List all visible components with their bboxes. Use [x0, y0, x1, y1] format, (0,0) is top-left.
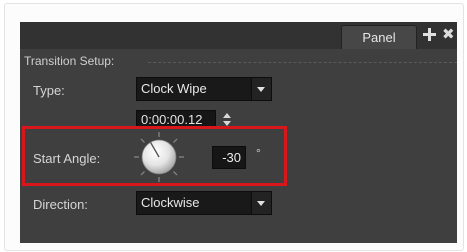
transition-panel: Panel ✖ Transition Setup: Type: Clock Wi… — [20, 22, 457, 243]
panel-tab-bar: Panel ✖ — [20, 22, 457, 49]
direction-dropdown-button[interactable] — [251, 192, 271, 214]
chevron-down-icon — [257, 201, 265, 206]
start-angle-input[interactable]: -30 — [212, 146, 246, 169]
section-divider — [148, 62, 457, 63]
direction-value: Clockwise — [141, 195, 200, 210]
type-dropdown[interactable]: Clock Wipe — [136, 77, 272, 101]
chevron-down-icon — [257, 87, 265, 92]
tab-panel[interactable]: Panel — [341, 25, 417, 49]
type-dropdown-button[interactable] — [251, 78, 271, 100]
type-value: Clock Wipe — [141, 81, 207, 96]
stepper-up-icon[interactable] — [223, 113, 231, 118]
direction-label: Direction: — [33, 197, 88, 212]
close-icon[interactable]: ✖ — [442, 27, 455, 42]
type-label: Type: — [33, 83, 65, 98]
angle-knob[interactable] — [133, 131, 185, 183]
section-title: Transition Setup: — [24, 54, 115, 68]
degree-unit: ° — [256, 146, 261, 160]
start-angle-label: Start Angle: — [33, 151, 101, 166]
plus-icon[interactable] — [423, 28, 436, 41]
direction-dropdown[interactable]: Clockwise — [136, 191, 272, 215]
